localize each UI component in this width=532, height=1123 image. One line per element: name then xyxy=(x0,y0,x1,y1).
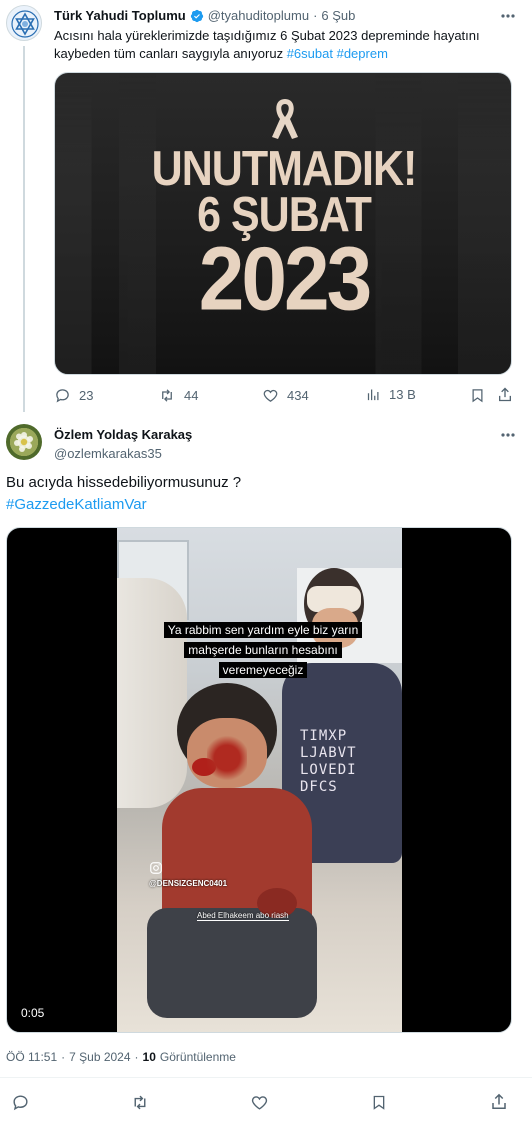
views-count: 13 B xyxy=(389,387,416,402)
share-icon xyxy=(492,1093,506,1109)
views-button[interactable]: 13 B xyxy=(366,387,416,402)
reply-icon xyxy=(13,1095,28,1111)
separator-dot: · xyxy=(134,1050,139,1064)
hashtag-deprem[interactable]: #deprem xyxy=(337,46,388,61)
tweet-date[interactable]: 7 Şub 2024 xyxy=(69,1050,130,1064)
separator-dot: · xyxy=(61,1050,66,1064)
bookmark-button[interactable] xyxy=(470,387,485,404)
reply-icon xyxy=(56,389,69,403)
video-watermark: @DENSIZGENC0401 xyxy=(149,879,228,888)
video-frame: TIMXP LJABVT LOVEDI DFCS xyxy=(117,528,402,1032)
share-button[interactable] xyxy=(490,1092,508,1111)
share-icon xyxy=(499,387,511,402)
repost-icon xyxy=(134,1095,146,1110)
bookmark-icon xyxy=(472,389,483,403)
like-count: 434 xyxy=(287,388,309,403)
injured-child xyxy=(147,678,317,1032)
heart-icon xyxy=(251,1096,268,1110)
tweet-time[interactable]: ÖÖ 11:51 xyxy=(6,1050,57,1064)
share-button[interactable] xyxy=(497,386,513,403)
repost-icon xyxy=(162,389,172,402)
more-options-icon[interactable] xyxy=(498,427,518,443)
main-tweet: Özlem Yoldaş Karakaş @ozlemkarakas35 Bu … xyxy=(0,412,532,1123)
avatar[interactable] xyxy=(6,424,42,460)
image-year: 2023 xyxy=(198,229,372,330)
video-duration: 0:05 xyxy=(21,1006,45,1020)
first-tweet[interactable]: Türk Yahudi Toplumu @tyahuditoplumu · 6 … xyxy=(0,0,532,412)
mourning-ribbon-icon xyxy=(272,99,298,139)
more-options-icon[interactable] xyxy=(498,8,518,24)
heart-icon xyxy=(263,389,278,402)
author-name[interactable]: Türk Yahudi Toplumu xyxy=(54,8,186,23)
star-of-david-logo-icon xyxy=(11,10,39,38)
author-handle[interactable]: @tyahuditoplumu xyxy=(208,8,309,23)
views-label: Görüntülenme xyxy=(159,1050,236,1064)
video-caption: Ya rabbim sen yardım eyle biz yarın mahş… xyxy=(163,620,363,680)
reply-button[interactable] xyxy=(11,1093,30,1112)
like-button[interactable] xyxy=(250,1093,269,1112)
hashtag-gazzedekatliamvar[interactable]: #GazzedeKatliamVar xyxy=(6,496,147,513)
video-credit: Abed Elhakeem abo riash xyxy=(197,911,289,921)
caption-line-1: Ya rabbim sen yardım eyle biz yarın xyxy=(163,622,363,638)
reply-button[interactable]: 23 xyxy=(54,387,93,404)
verified-badge-icon xyxy=(190,9,203,22)
hashtag-6subat[interactable]: #6subat xyxy=(287,46,333,61)
views-count: 10 xyxy=(142,1050,156,1064)
bookmark-button[interactable] xyxy=(371,1093,387,1112)
tweet-text: Acısını hala yüreklerimizde taşıdığımız … xyxy=(54,27,514,63)
tweet-text: Bu acıyda hissedebiliyormusunuz ? xyxy=(6,474,242,491)
reply-count: 23 xyxy=(79,388,94,403)
tweet-body: Acısını hala yüreklerimizde taşıdığımız … xyxy=(54,28,480,61)
instagram-icon xyxy=(150,862,162,874)
flower-avatar-icon xyxy=(14,432,33,452)
avatar[interactable] xyxy=(6,5,42,41)
repost-button[interactable] xyxy=(130,1093,150,1112)
video-player[interactable]: TIMXP LJABVT LOVEDI DFCS Ya rabbim sen y… xyxy=(6,527,512,1033)
views-chart-icon xyxy=(367,389,379,401)
caption-line-2: mahşerde bunların hesabını xyxy=(184,642,342,658)
repost-button[interactable]: 44 xyxy=(158,387,198,404)
thread-line xyxy=(23,46,25,412)
like-button[interactable]: 434 xyxy=(262,387,309,404)
author-handle[interactable]: @ozlemkarakas35 xyxy=(54,446,162,461)
tweet-date[interactable]: 6 Şub xyxy=(321,8,355,23)
bookmark-icon xyxy=(373,1095,385,1110)
tweet-image[interactable]: UNUTMADIK! 6 ŞUBAT 2023 xyxy=(54,72,512,375)
divider xyxy=(0,1077,532,1078)
caption-line-3: veremeyeceğiz xyxy=(218,662,308,678)
author-name[interactable]: Özlem Yoldaş Karakaş xyxy=(54,427,192,442)
separator-dot: · xyxy=(313,8,318,23)
repost-count: 44 xyxy=(184,388,199,403)
